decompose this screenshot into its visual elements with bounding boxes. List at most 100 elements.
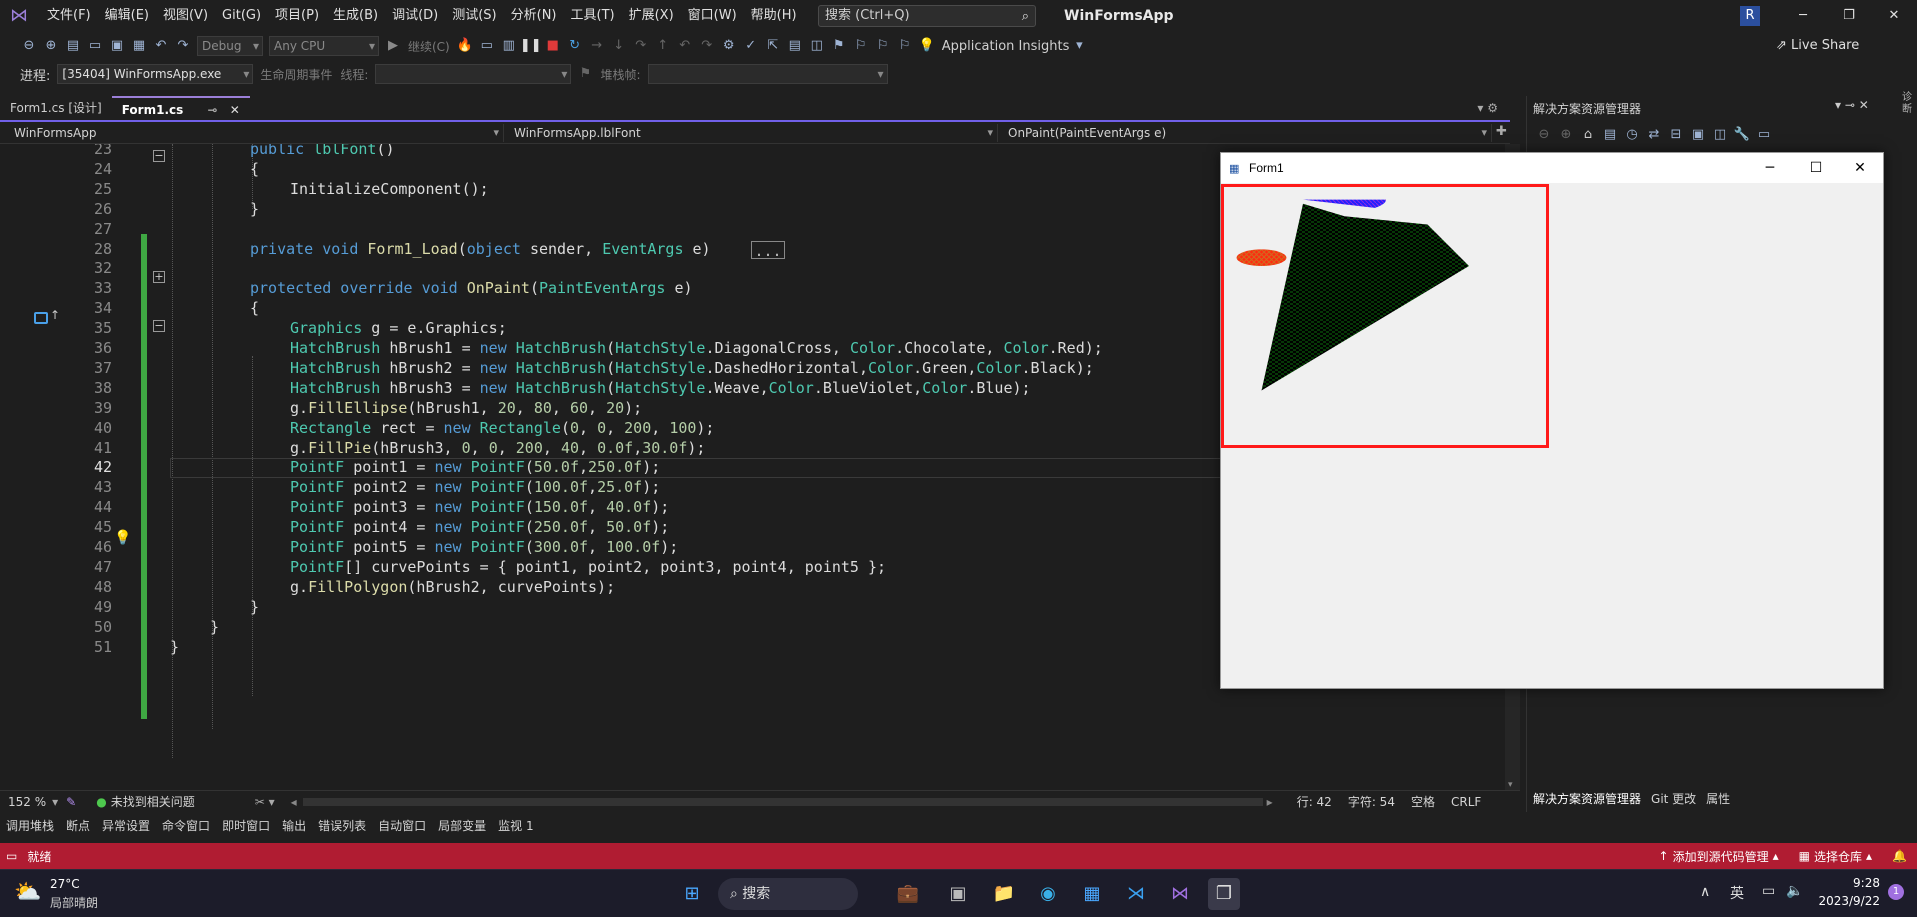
code-line[interactable]: HatchBrush hBrush3 = new HatchBrush(Hatc… (290, 379, 1031, 399)
step-over-icon[interactable]: ↷ (630, 35, 652, 57)
step-into-icon[interactable]: ↓ (608, 35, 630, 57)
scroll-down-icon[interactable]: ▾ (1508, 780, 1513, 790)
notifications-icon[interactable]: 🔔 (1892, 849, 1907, 863)
sync-icon[interactable]: ⇄ (1643, 124, 1665, 146)
form1-window[interactable]: ▦ Form1 ─ ☐ ✕ (1220, 152, 1884, 689)
menu-analyze[interactable]: 分析(N) (504, 0, 564, 32)
widgets-icon[interactable]: ▣ (942, 878, 974, 910)
restore-icon[interactable]: ❐ (1826, 0, 1872, 32)
pause-icon[interactable]: ❚❚ (520, 35, 542, 57)
layout-icon[interactable]: ▥ (498, 35, 520, 57)
close-icon[interactable]: ✕ (1871, 0, 1917, 32)
tab-command-window[interactable]: 命令窗口 (156, 815, 216, 837)
back-icon[interactable]: ⊖ (1533, 124, 1555, 146)
issues-status[interactable]: 未找到相关问题 (111, 793, 195, 810)
stack-frame-select[interactable] (647, 64, 888, 84)
forward-icon[interactable]: ⊕ (40, 35, 62, 57)
form-close-icon[interactable]: ✕ (1837, 153, 1883, 183)
taskbar-search[interactable]: ⌕ 搜索 (718, 878, 858, 910)
form-minimize-icon[interactable]: ─ (1747, 153, 1793, 183)
undo-debug-icon[interactable]: ↶ (674, 35, 696, 57)
tab-watch-1[interactable]: 监视 1 (492, 815, 539, 837)
menu-tools[interactable]: 工具(T) (564, 0, 622, 32)
check-icon[interactable]: ✓ (740, 35, 762, 57)
code-line[interactable]: PointF point2 = new PointF(100.0f,25.0f)… (290, 478, 660, 498)
add-to-source-control-button[interactable]: 添加到源代码管理 (1673, 848, 1769, 865)
save-icon[interactable]: ▣ (106, 35, 128, 57)
pin-icon[interactable]: ⊸ (207, 103, 217, 117)
menu-file[interactable]: 文件(F) (40, 0, 98, 32)
clock-date[interactable]: 2023/9/22 (1812, 894, 1880, 908)
next-bookmark-icon[interactable]: ⚐ (872, 35, 894, 57)
close-tab-icon[interactable]: ✕ (230, 103, 240, 117)
chevron-down-icon[interactable]: ▾ (1073, 35, 1085, 57)
application-insights-button[interactable]: Application Insights (938, 39, 1074, 54)
home-icon[interactable]: ⌂ (1577, 124, 1599, 146)
menu-git[interactable]: Git(G) (215, 0, 268, 32)
menu-window[interactable]: 窗口(W) (681, 0, 744, 32)
new-item-icon[interactable]: ▤ (62, 35, 84, 57)
fold-toggle[interactable]: + (153, 271, 165, 283)
code-line[interactable]: { (250, 160, 259, 180)
menu-project[interactable]: 项目(P) (268, 0, 326, 32)
volume-icon[interactable]: 🔈 (1786, 883, 1803, 899)
horizontal-scrollbar[interactable] (302, 797, 1263, 806)
start-icon[interactable]: ⊞ (676, 878, 708, 910)
code-line[interactable]: private void Form1_Load(object sender, E… (250, 240, 711, 260)
visual-studio-icon[interactable]: ⋈ (1164, 878, 1196, 910)
menu-test[interactable]: 测试(S) (445, 0, 503, 32)
flag-thread-icon[interactable]: ⚑ (574, 63, 596, 85)
code-line[interactable]: g.FillPie(hBrush3, 0, 0, 200, 40, 0.0f,3… (290, 439, 705, 459)
menu-view[interactable]: 视图(V) (156, 0, 215, 32)
back-icon[interactable]: ⊖ (18, 35, 40, 57)
thread-select[interactable] (375, 64, 572, 84)
chevron-up-icon[interactable]: ▴ (1866, 849, 1872, 863)
code-line[interactable]: } (250, 598, 259, 618)
step-next-icon[interactable]: → (586, 35, 608, 57)
clear-bookmark-icon[interactable]: ⚐ (894, 35, 916, 57)
tab-git-changes[interactable]: Git 更改 (1651, 790, 1706, 807)
preview-icon[interactable]: ◫ (1709, 124, 1731, 146)
code-line[interactable]: HatchBrush hBrush2 = new HatchBrush(Hatc… (290, 359, 1094, 379)
code-line[interactable]: PointF point1 = new PointF(50.0f,250.0f)… (290, 458, 660, 478)
tab-properties[interactable]: 属性 (1706, 790, 1730, 807)
menu-extensions[interactable]: 扩展(X) (622, 0, 681, 32)
configuration-select[interactable]: Debug (197, 36, 263, 56)
code-line[interactable]: g.FillEllipse(hBrush1, 20, 80, 60, 20); (290, 399, 642, 419)
weather-temp[interactable]: 27°C (50, 877, 80, 891)
codelens-icon[interactable] (34, 312, 48, 324)
browse-icon[interactable]: ▭ (476, 35, 498, 57)
properties-icon[interactable]: 🔧 (1731, 124, 1753, 146)
code-line[interactable]: PointF[] curvePoints = { point1, point2,… (290, 558, 886, 578)
chevron-up-icon[interactable]: ▴ (1773, 849, 1779, 863)
collapsed-region[interactable]: ... (751, 240, 785, 260)
tab-autos[interactable]: 自动窗口 (372, 815, 432, 837)
redo-icon[interactable]: ↷ (172, 35, 194, 57)
brush-icon[interactable]: ✎ (66, 795, 76, 809)
hot-reload-icon[interactable]: 🔥 (454, 35, 476, 57)
bookmark-icon[interactable]: ⚑ (828, 35, 850, 57)
member-select[interactable]: OnPaint(PaintEventArgs e) (1002, 124, 1492, 142)
code-line[interactable]: { (250, 299, 259, 319)
code-line[interactable]: Graphics g = e.Graphics; (290, 319, 507, 339)
undo-icon[interactable]: ↶ (150, 35, 172, 57)
tab-exception-settings[interactable]: 异常设置 (96, 815, 156, 837)
menu-build[interactable]: 生成(B) (326, 0, 385, 32)
history-icon[interactable]: ◷ (1621, 124, 1643, 146)
line-ending-indicator[interactable]: CRLF (1451, 795, 1481, 809)
step-out-icon[interactable]: ↑ (652, 35, 674, 57)
track-focus-icon[interactable]: ◫ (806, 35, 828, 57)
menu-debug[interactable]: 调试(D) (385, 0, 445, 32)
search-input[interactable]: 搜索 (Ctrl+Q) ⌕ (818, 5, 1036, 27)
project-select[interactable]: WinFormsApp (8, 124, 504, 142)
forward-icon[interactable]: ⊕ (1555, 124, 1577, 146)
restart-icon[interactable]: ↻ (564, 35, 586, 57)
code-line[interactable]: InitializeComponent(); (290, 180, 489, 200)
network-icon[interactable]: ▭ (1762, 883, 1775, 899)
output-icon[interactable]: ▭ (6, 849, 17, 863)
code-line[interactable]: HatchBrush hBrush1 = new HatchBrush(Hatc… (290, 339, 1103, 359)
live-share-button[interactable]: ⇗ Live Share (1776, 32, 1859, 60)
char-indicator[interactable]: 字符: 54 (1348, 793, 1395, 810)
store-icon[interactable]: ▦ (1076, 878, 1108, 910)
menu-edit[interactable]: 编辑(E) (98, 0, 156, 32)
